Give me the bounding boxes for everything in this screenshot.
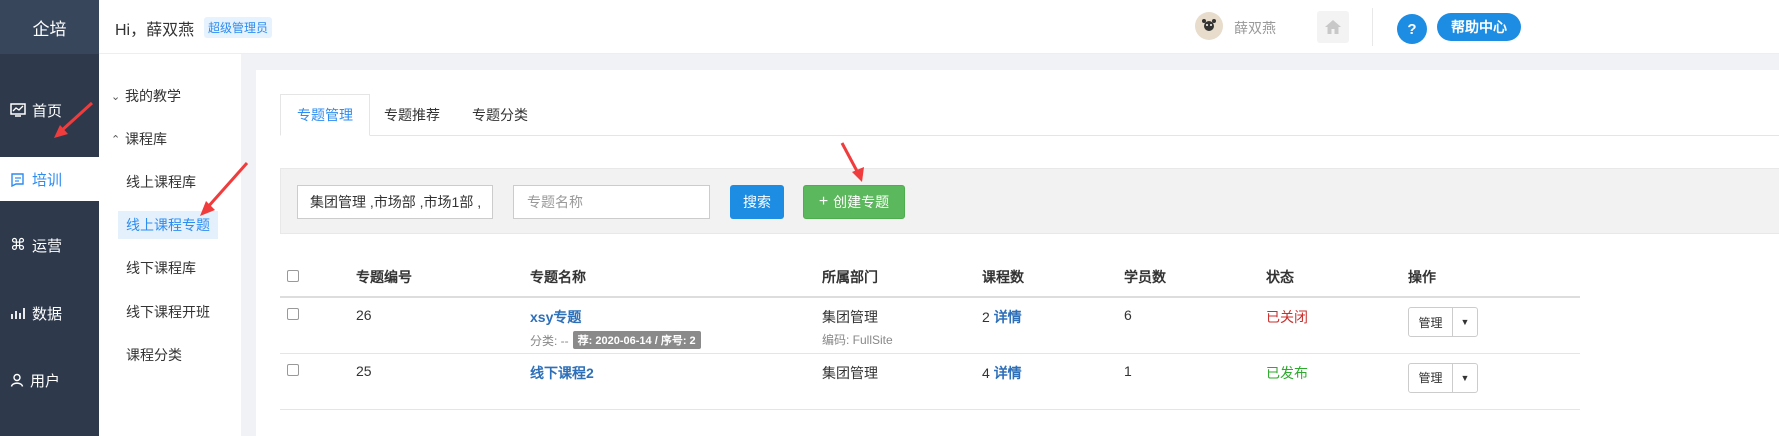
column-header[interactable]: 专题名称 (530, 257, 822, 298)
command-icon: ⌘ (10, 237, 26, 254)
subnav-item-online-library[interactable]: 线上课程库 (126, 172, 196, 192)
top-header: Hi，薛双燕 超级管理员 薛双燕 ? 帮助中心 (99, 0, 1779, 54)
student-count: 1 (1124, 353, 1266, 410)
help-icon[interactable]: ? (1397, 14, 1427, 44)
row-checkbox[interactable] (287, 363, 299, 376)
table-row: 26 xsy专题 分类: -- 荐: 2020-06-14 / 序号: 2 集团… (280, 297, 1580, 354)
subnav-group-label: 我的教学 (125, 88, 181, 104)
course-count: 2 (982, 309, 990, 325)
sidebar-item-training[interactable]: 培训 (0, 157, 99, 201)
bar-chart-icon (11, 308, 25, 319)
subnav-group-label: 课程库 (125, 131, 167, 147)
course-detail-link[interactable]: 详情 (994, 309, 1022, 325)
department-code: 编码: FullSite (822, 333, 893, 347)
subnav-group-course-library[interactable]: ⌃ 课程库 (111, 129, 167, 149)
tab-topic-category[interactable]: 专题分类 (456, 94, 544, 136)
sidebar-item-users[interactable]: 用户 (0, 358, 99, 402)
column-header: 操作 (1408, 257, 1580, 298)
main-panel: 专题管理 专题推荐 专题分类 集团管理 ,市场部 ,市场1部 , 搜索 + 创建… (256, 70, 1779, 436)
table-row: 25 线下课程2 集团管理 4 详情 1 已发布 管理 ▼ (280, 353, 1580, 410)
column-header[interactable]: 专题编号 (356, 257, 530, 298)
help-center-button[interactable]: 帮助中心 (1437, 13, 1521, 41)
department: 集团管理 (822, 364, 878, 381)
department: 集团管理 (822, 309, 878, 325)
filter-bar: 集团管理 ,市场部 ,市场1部 , 搜索 + 创建专题 (280, 168, 1779, 234)
select-all-checkbox[interactable] (287, 269, 299, 282)
home-button[interactable] (1317, 11, 1349, 43)
row-checkbox[interactable] (287, 308, 299, 320)
subnav-item-categories[interactable]: 课程分类 (126, 345, 182, 365)
topic-category: 分类: -- (530, 333, 569, 348)
create-topic-label: 创建专题 (833, 194, 890, 210)
training-icon (11, 172, 24, 187)
column-header[interactable]: 学员数 (1124, 257, 1266, 298)
department-select[interactable]: 集团管理 ,市场部 ,市场1部 , (297, 185, 493, 219)
avatar-icon (1202, 19, 1216, 31)
sidebar-item-data[interactable]: 数据 (0, 291, 99, 335)
column-header[interactable]: 课程数 (982, 257, 1124, 298)
topic-table: 专题编号 专题名称 所属部门 课程数 学员数 状态 操作 26 xsy专题 分类… (280, 257, 1580, 410)
search-button[interactable]: 搜索 (730, 185, 784, 219)
home-icon (1325, 20, 1341, 34)
status-label: 已关闭 (1266, 297, 1408, 354)
main-sidebar: 企培 首页 培训 ⌘ 运营 数据 用户 (0, 0, 99, 436)
topic-name-link[interactable]: xsy专题 (530, 307, 822, 327)
manage-button-group: 管理 ▼ (1408, 362, 1478, 393)
topic-id: 26 (356, 297, 530, 354)
app-logo[interactable]: 企培 (0, 0, 99, 54)
sidebar-item-label: 数据 (32, 305, 63, 323)
sidebar-item-label: 运营 (32, 237, 63, 255)
manage-button[interactable]: 管理 (1409, 308, 1453, 336)
chevron-up-icon: ⌃ (111, 133, 121, 146)
course-subnav: ⌄ 我的教学 ⌃ 课程库 线上课程库 线上课程专题 线下课程库 线下课程开班 课… (99, 54, 241, 436)
create-topic-button[interactable]: + 创建专题 (803, 185, 905, 219)
chevron-down-icon: ⌄ (111, 90, 121, 103)
subnav-item-offline-library[interactable]: 线下课程库 (126, 258, 196, 278)
username[interactable]: 薛双燕 (1234, 18, 1276, 38)
table-header-row: 专题编号 专题名称 所属部门 课程数 学员数 状态 操作 (280, 257, 1580, 298)
caret-down-icon[interactable]: ▼ (1453, 308, 1477, 336)
sidebar-item-label: 用户 (30, 372, 61, 390)
course-detail-link[interactable]: 详情 (994, 365, 1022, 381)
recommend-tag: 荐: 2020-06-14 / 序号: 2 (572, 331, 701, 349)
tab-topic-management[interactable]: 专题管理 (280, 94, 370, 136)
user-icon (10, 373, 24, 387)
topic-id: 25 (356, 353, 530, 410)
tab-bar: 专题管理 专题推荐 专题分类 (280, 94, 1779, 136)
manage-button-group: 管理 ▼ (1408, 307, 1478, 337)
tab-topic-recommend[interactable]: 专题推荐 (368, 94, 456, 136)
header-divider (1372, 8, 1373, 46)
greeting: Hi，薛双燕 (115, 22, 195, 39)
student-count: 6 (1124, 297, 1266, 354)
chart-icon (10, 103, 26, 117)
manage-button[interactable]: 管理 (1409, 363, 1453, 392)
subnav-group-my-teaching[interactable]: ⌄ 我的教学 (111, 86, 181, 106)
annotation-arrow-icon (840, 142, 864, 182)
avatar[interactable] (1195, 12, 1223, 40)
status-label: 已发布 (1266, 353, 1408, 410)
plus-icon: + (818, 193, 829, 210)
subnav-item-offline-classes[interactable]: 线下课程开班 (126, 302, 210, 322)
topic-name-input[interactable] (513, 185, 710, 219)
annotation-arrow-icon (54, 101, 94, 138)
column-header[interactable]: 状态 (1266, 257, 1408, 298)
course-count: 4 (982, 364, 990, 381)
column-header[interactable]: 所属部门 (822, 257, 982, 298)
sidebar-item-operations[interactable]: ⌘ 运营 (0, 223, 99, 267)
role-badge: 超级管理员 (204, 17, 273, 38)
annotation-arrow-icon (200, 162, 249, 216)
topic-name-link[interactable]: 线下课程2 (530, 363, 822, 383)
sidebar-item-label: 培训 (32, 171, 63, 189)
caret-down-icon[interactable]: ▼ (1453, 364, 1477, 392)
